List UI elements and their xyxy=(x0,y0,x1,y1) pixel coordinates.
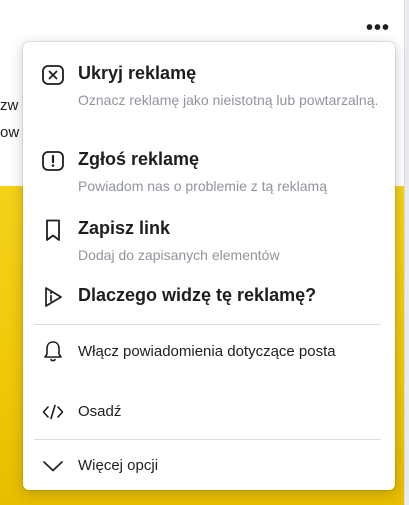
bell-icon xyxy=(40,338,66,364)
menu-item-title: Ukryj reklamę xyxy=(78,63,197,83)
menu-divider xyxy=(34,439,381,440)
chevron-down-icon xyxy=(40,453,66,479)
menu-item-label: Więcej opcji xyxy=(78,457,159,474)
menu-item-why-ad[interactable]: Dlaczego widzę tę reklamę? xyxy=(23,282,395,314)
exclamation-square-icon xyxy=(40,148,66,174)
bookmark-icon xyxy=(40,217,66,243)
play-info-icon xyxy=(40,284,66,310)
menu-item-title: Dlaczego widzę tę reklamę? xyxy=(78,285,317,305)
menu-divider xyxy=(34,324,381,325)
menu-item-description: Powiadom nas o problemie z tą reklamą xyxy=(78,178,328,194)
menu-item-embed[interactable]: Osadź xyxy=(23,399,395,429)
menu-item-description: Dodaj do zapisanych elementów xyxy=(78,247,280,263)
more-options-button[interactable]: ••• xyxy=(366,18,390,38)
menu-item-description: Oznacz reklamę jako nieistotną lub powta… xyxy=(78,92,379,108)
menu-item-title: Zgłoś reklamę xyxy=(78,149,200,169)
post-text-fragment: zw xyxy=(0,97,19,114)
menu-item-label: Włącz powiadomienia dotyczące posta xyxy=(78,343,336,360)
menu-item-more-options[interactable]: Więcej opcji xyxy=(23,453,395,483)
code-icon xyxy=(40,399,66,425)
close-square-icon xyxy=(40,62,66,88)
menu-item-title: Zapisz link xyxy=(78,218,171,238)
menu-item-label: Osadź xyxy=(78,403,122,420)
menu-item-notifications[interactable]: Włącz powiadomienia dotyczące posta xyxy=(23,338,395,390)
post-text-fragment: ow xyxy=(0,124,20,141)
post-options-menu: Ukryj reklamę Oznacz reklamę jako nieist… xyxy=(23,42,395,490)
menu-item-hide-ad[interactable]: Ukryj reklamę Oznacz reklamę jako nieist… xyxy=(23,59,395,137)
menu-item-save-link[interactable]: Zapisz link Dodaj do zapisanych elementó… xyxy=(23,214,395,270)
menu-item-report-ad[interactable]: Zgłoś reklamę Powiadom nas o problemie z… xyxy=(23,145,395,201)
